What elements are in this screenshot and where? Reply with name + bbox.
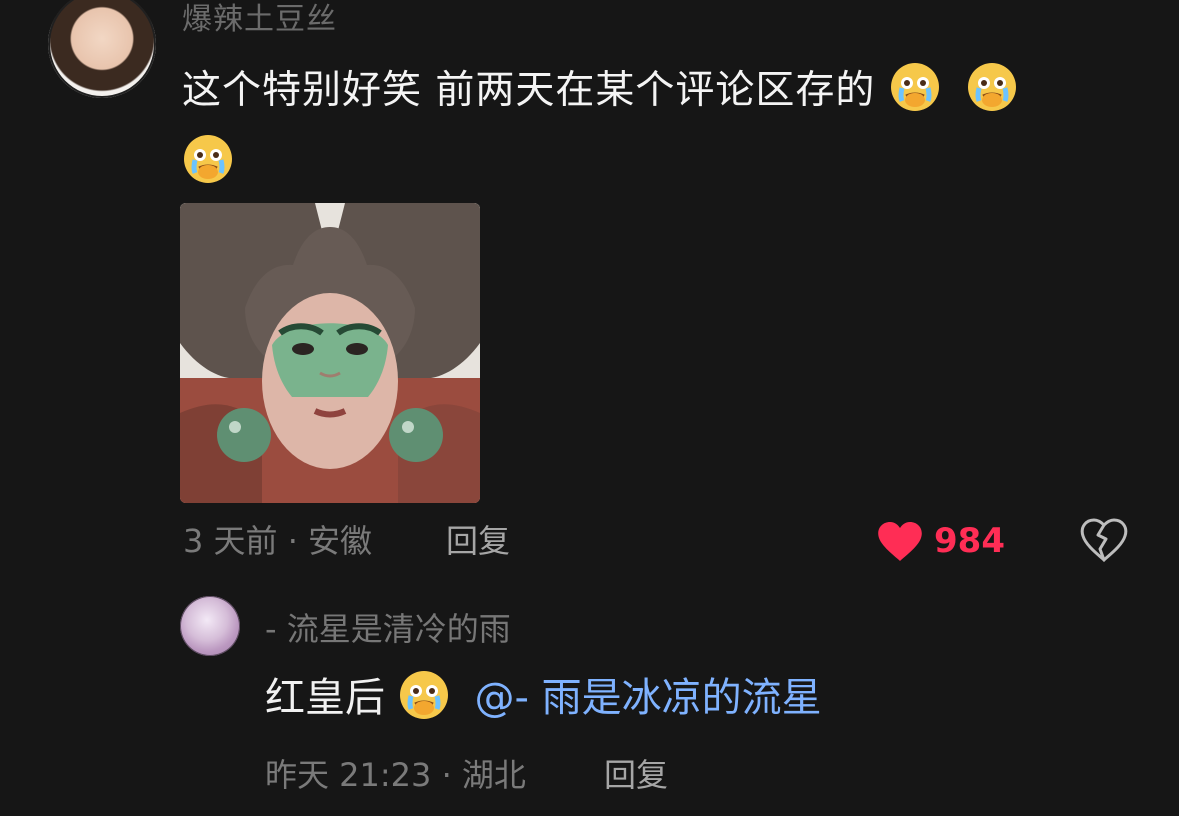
like-button[interactable]: 984 [876,516,1005,566]
comment-meta: 3 天前 · 安徽 [183,522,373,560]
reply-to-reply-button[interactable]: 回复 [604,750,668,796]
broken-heart-icon[interactable] [1080,517,1128,563]
crying-face-emoji-icon [399,671,448,719]
crying-face-emoji-icon [184,135,232,183]
reply-user-avatar[interactable] [180,596,240,656]
mention-link[interactable]: @- 雨是冰凉的流星 [474,675,821,721]
meme-illustration [180,203,480,503]
crying-face-emoji-icon [890,63,939,111]
heart-icon[interactable] [876,519,924,563]
like-count: 984 [934,521,1005,561]
comment-image[interactable] [180,203,480,503]
reply-username[interactable]: - 流星是清冷的雨 [265,604,511,650]
reply-meta: 昨天 21:23 · 湖北 [265,756,526,794]
reply-button[interactable]: 回复 [446,516,510,562]
reply-comment-text: 红皇后 @- 雨是冰凉的流星 [265,668,822,728]
comment-username[interactable]: 爆辣土豆丝 [182,0,337,38]
crying-face-emoji-icon [968,63,1017,111]
comment-text: 这个特别好笑 前两天在某个评论区存的 [182,55,1122,199]
comment-body-text: 这个特别好笑 前两天在某个评论区存的 [182,68,876,113]
reply-body-text: 红皇后 [265,675,385,721]
user-avatar[interactable] [48,0,156,98]
